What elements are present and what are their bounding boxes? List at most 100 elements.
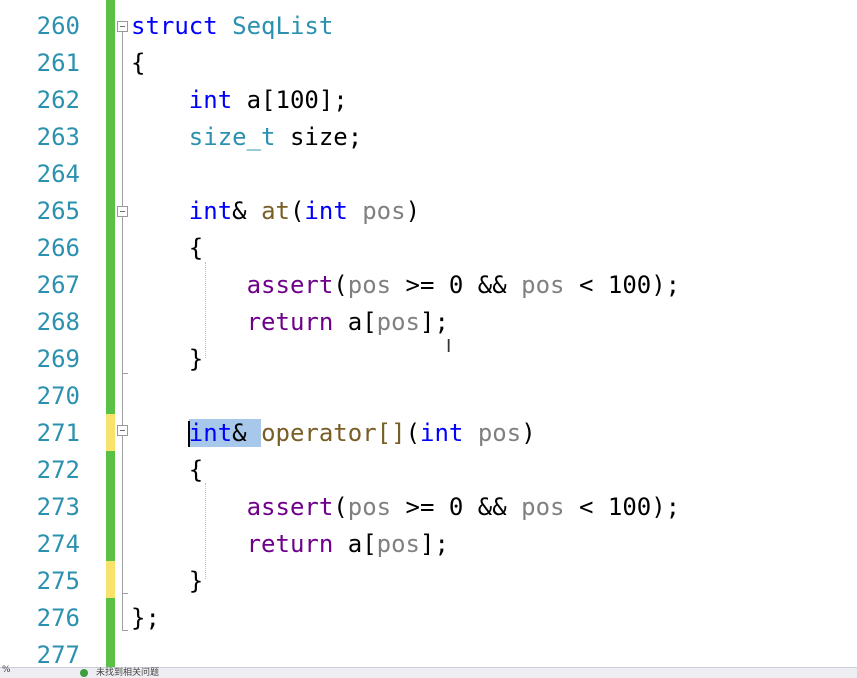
text-cursor-ibeam-icon: I (446, 336, 452, 357)
zoom-level[interactable]: % (2, 665, 11, 675)
code-token: a[ (333, 530, 377, 558)
code-line[interactable]: { (131, 452, 203, 489)
line-number: 274 (36, 530, 80, 558)
code-token: int (188, 197, 233, 225)
unsaved-change-marker (106, 414, 115, 451)
code-token: & (232, 419, 262, 447)
code-token: ) (405, 197, 421, 225)
line-number-gutter: 260 261 262 263 264 265 266 267 268 269 270 271 272 2… (0, 0, 92, 669)
fold-guide-end (122, 373, 128, 374)
code-token: pos (521, 493, 565, 521)
fold-guide-end (122, 630, 128, 631)
code-line[interactable]: int& at(int pos) (131, 193, 420, 230)
line-number: 269 (36, 345, 80, 373)
code-token: ( (405, 419, 421, 447)
code-token: < 100); (564, 271, 681, 299)
line-number: 271 (36, 419, 80, 447)
code-token: ]; (420, 530, 449, 558)
code-token: int (188, 419, 233, 447)
code-line[interactable]: }; (131, 600, 160, 637)
code-token: >= 0 && (391, 493, 522, 521)
code-line[interactable]: return a[pos]; (131, 304, 449, 341)
code-line[interactable]: { (131, 45, 145, 82)
line-number: 262 (36, 86, 80, 114)
code-token: ]; (420, 308, 449, 336)
code-token: a[ (333, 308, 377, 336)
code-line[interactable]: { (131, 230, 203, 267)
line-number: 275 (36, 567, 80, 595)
code-token: >= 0 && (391, 271, 522, 299)
code-token: }; (131, 604, 160, 632)
no-issues-icon (80, 669, 88, 677)
code-token: ( (289, 197, 305, 225)
code-token: pos (376, 308, 421, 336)
code-token: size; (275, 123, 363, 151)
code-line[interactable]: } (131, 341, 203, 378)
code-token: ( (333, 271, 348, 299)
line-number: 268 (36, 308, 80, 336)
issues-status-text[interactable]: 未找到相关问题 (96, 665, 159, 678)
line-number: 267 (36, 271, 80, 299)
fold-toggle-struct[interactable] (117, 21, 128, 32)
code-token: int (420, 419, 464, 447)
code-token: pos (347, 493, 392, 521)
line-number: 266 (36, 234, 80, 262)
fold-guide-line (122, 436, 123, 593)
code-token: } (131, 567, 204, 595)
line-number: 273 (36, 493, 80, 521)
code-token: } (131, 345, 204, 373)
code-token: return (246, 530, 334, 558)
code-line[interactable]: assert(pos >= 0 && pos < 100); (131, 267, 681, 304)
code-line[interactable]: int& operator[](int pos) (131, 415, 536, 452)
line-number: 276 (36, 604, 80, 632)
code-line[interactable]: int a[100]; (131, 82, 348, 119)
status-bar: % 未找到相关问题 (0, 665, 857, 678)
code-token: operator[] (261, 419, 406, 447)
code-token: size_t (188, 123, 276, 151)
text-caret (187, 421, 190, 447)
line-number: 263 (36, 123, 80, 151)
code-line[interactable]: size_t size; (131, 119, 362, 156)
line-number: 272 (36, 456, 80, 484)
code-token: pos (362, 197, 406, 225)
code-token: struct (131, 12, 233, 40)
fold-toggle-at[interactable] (117, 206, 128, 217)
line-number: 264 (36, 160, 80, 188)
code-token: int (304, 197, 348, 225)
code-line[interactable]: } (131, 563, 203, 600)
code-token: pos (376, 530, 421, 558)
code-line[interactable]: struct SeqList (131, 8, 333, 45)
code-token: { (131, 49, 146, 77)
code-token: ) (521, 419, 536, 447)
fold-toggle-operator[interactable] (117, 425, 128, 436)
unsaved-change-marker (106, 561, 115, 598)
line-number: 261 (36, 49, 80, 77)
line-number: 265 (36, 197, 80, 225)
code-token: int (188, 86, 233, 114)
code-line[interactable]: return a[pos]; (131, 526, 449, 563)
code-token: & (232, 197, 262, 225)
code-token: at (261, 197, 290, 225)
line-number: 270 (36, 382, 80, 410)
code-token: pos (347, 271, 392, 299)
code-token: pos (521, 271, 565, 299)
fold-guide-end (122, 593, 128, 594)
code-token: assert (246, 493, 334, 521)
code-line[interactable]: assert(pos >= 0 && pos < 100); (131, 489, 681, 526)
fold-guide-line (122, 217, 123, 373)
code-token: SeqList (232, 12, 334, 40)
code-token: pos (477, 419, 522, 447)
code-token: { (131, 456, 204, 484)
code-token: < 100); (564, 493, 681, 521)
code-token: assert (246, 271, 334, 299)
code-token: return (246, 308, 334, 336)
code-token: a[100]; (232, 86, 348, 114)
